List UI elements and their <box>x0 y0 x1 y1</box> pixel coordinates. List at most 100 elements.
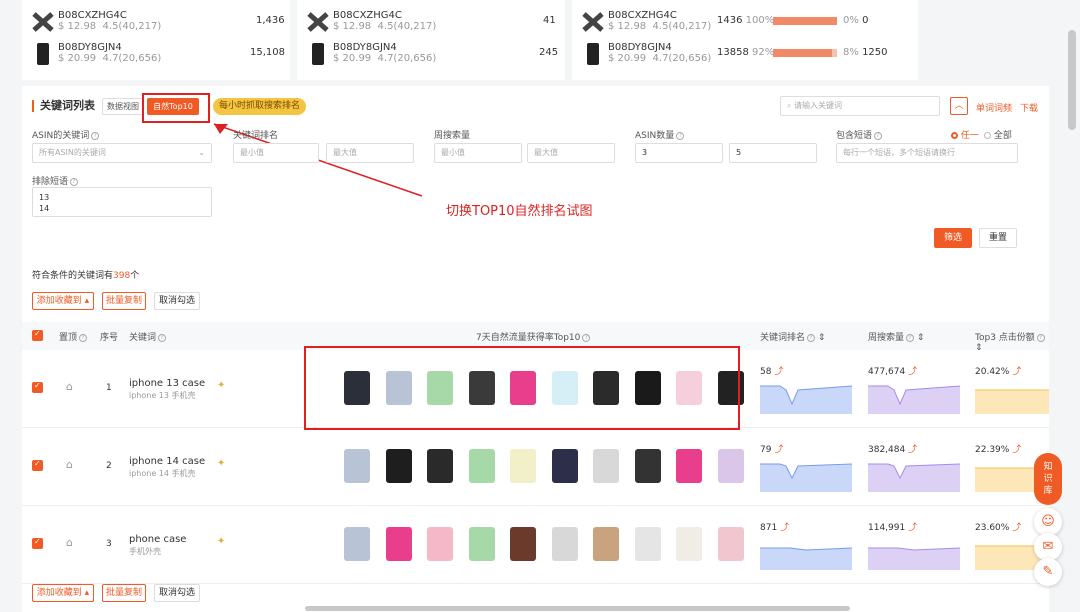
product-price: $ 12.98 4.5(40,217) <box>608 21 712 32</box>
annotation-highlight-top10 <box>304 346 740 430</box>
keyword-text[interactable]: iphone 13 case <box>129 378 205 389</box>
top3-value: 23.60% ⤴ <box>975 523 1022 533</box>
trend-icon[interactable]: ⤴ <box>1012 523 1021 533</box>
collapse-toggle-button[interactable]: ︿ <box>950 97 968 115</box>
sort-icon[interactable]: ⇕ <box>914 333 925 343</box>
weekly-max-input[interactable]: 最大值 <box>527 143 615 163</box>
asin-keywords-label: ASIN的关键词? <box>32 128 100 141</box>
keyword-text[interactable]: phone case <box>129 534 186 545</box>
product-image-1[interactable] <box>344 527 370 561</box>
asin-keywords-select[interactable]: 所有ASIN的关键词 ⌄ <box>32 143 212 163</box>
product-image-2[interactable] <box>385 527 412 561</box>
trend-icon[interactable]: ⤴ <box>1012 445 1021 455</box>
product-row: B08CXZHG4C $ 12.98 4.5(40,217) 41 <box>307 10 575 38</box>
row-checkbox[interactable] <box>32 381 43 393</box>
asin-count-min-input[interactable]: 3 <box>635 143 723 163</box>
trend-icon[interactable]: ⤴ <box>774 445 783 455</box>
trend-icon[interactable]: ⤴ <box>780 523 789 533</box>
row-checkbox[interactable] <box>32 537 43 549</box>
customer-service-icon[interactable]: ☺ <box>1034 508 1062 536</box>
product-image-2[interactable] <box>385 449 412 483</box>
product-thumbnail <box>32 42 54 66</box>
help-icon: ? <box>874 131 883 140</box>
product-image-9[interactable] <box>676 449 702 483</box>
batch-copy-button[interactable]: 批量复制 <box>102 292 146 310</box>
row-index: 2 <box>106 461 112 471</box>
product-value: 1,436 <box>256 15 285 26</box>
word-frequency-link[interactable]: 单词词频 <box>976 101 1012 114</box>
row-checkbox[interactable] <box>32 459 43 471</box>
knowledge-base-button[interactable]: 知识库 <box>1034 453 1062 505</box>
search-icon: ⌕ <box>787 101 792 110</box>
tab-data-view[interactable]: 数据视图 <box>102 98 144 115</box>
product-price: $ 20.99 4.7(20,656) <box>608 53 712 64</box>
keyword-text[interactable]: iphone 14 case <box>129 456 205 467</box>
trend-icon[interactable]: ⤴ <box>1012 367 1021 377</box>
include-mode-all[interactable]: 全部 <box>984 128 1012 141</box>
select-all-checkbox[interactable] <box>32 329 43 341</box>
product-image-10[interactable] <box>717 449 744 483</box>
product-image-6[interactable] <box>551 449 578 483</box>
help-icon: ? <box>79 333 88 342</box>
include-phrase-input[interactable]: 每行一个短语，多个短语请换行 <box>836 143 1018 163</box>
col-weekly[interactable]: 周搜索量? ⇕ <box>868 330 924 343</box>
product-image-5[interactable] <box>510 527 536 561</box>
product-row: B08CXZHG4C $ 12.98 4.5(40,217) 1436 100%… <box>582 10 928 38</box>
product-image-9[interactable] <box>676 527 702 561</box>
weekly-min-input[interactable]: 最小值 <box>434 143 522 163</box>
product-image-3[interactable] <box>427 527 453 561</box>
product-image-3[interactable] <box>427 449 453 483</box>
keyword-badge-icon: ✦ <box>217 380 226 391</box>
product-image-6[interactable] <box>551 527 578 561</box>
rank-max-input[interactable]: 最大值 <box>326 143 414 163</box>
keyword-badge-icon: ✦ <box>217 536 226 547</box>
tag-icon[interactable]: ⌂ <box>66 458 73 471</box>
product-card-1: B08CXZHG4C $ 12.98 4.5(40,217) 1,436 B08… <box>22 0 290 80</box>
rank-value: 58 ⤴ <box>760 367 784 377</box>
feedback-icon[interactable]: ✎ <box>1034 558 1062 586</box>
product-image-7[interactable] <box>593 449 619 483</box>
product-thumbnail <box>307 42 329 66</box>
cancel-selection-button-bottom[interactable]: 取消勾选 <box>154 584 200 602</box>
tag-icon[interactable]: ⌂ <box>66 380 73 393</box>
keyword-search-input[interactable]: ⌕ 请输入关键词 <box>780 96 940 116</box>
product-image-4[interactable] <box>468 527 495 561</box>
keyword-rank-label: 关键词排名 <box>233 131 279 141</box>
sort-icon[interactable]: ⇕ <box>815 333 826 343</box>
download-link[interactable]: 下载 <box>1020 101 1038 114</box>
product-image-1[interactable] <box>344 449 370 483</box>
product-image-10[interactable] <box>717 527 744 561</box>
trend-icon[interactable]: ⤴ <box>908 367 917 377</box>
add-favorite-button-bottom[interactable]: 添加收藏到 ▴ <box>32 584 94 602</box>
filter-button[interactable]: 筛选 <box>934 228 972 248</box>
radio-selected-icon[interactable] <box>951 132 958 139</box>
product-image-8[interactable] <box>634 527 661 561</box>
trend-icon[interactable]: ⤴ <box>908 445 917 455</box>
rank-min-input[interactable]: 最小值 <box>233 143 319 163</box>
product-row: B08DY8GJN4 $ 20.99 4.7(20,656) 13858 92%… <box>582 42 928 70</box>
chevron-up-icon: ︿ <box>954 101 964 111</box>
product-image-4[interactable] <box>468 449 495 483</box>
keyword-translation: iphone 13 手机壳 <box>129 391 196 400</box>
product-image-7[interactable] <box>593 527 619 561</box>
reset-button[interactable]: 重置 <box>979 228 1017 248</box>
add-favorite-button[interactable]: 添加收藏到 ▴ <box>32 292 94 310</box>
asin-count-max-input[interactable]: 5 <box>729 143 817 163</box>
row-index: 3 <box>106 539 112 549</box>
product-image-5[interactable] <box>510 449 536 483</box>
cancel-selection-button[interactable]: 取消勾选 <box>154 292 200 310</box>
vertical-scrollbar[interactable] <box>1068 30 1076 130</box>
product-image-8[interactable] <box>634 449 661 483</box>
exclude-phrase-textarea[interactable]: 13 14 <box>32 187 212 217</box>
include-mode-any[interactable]: 任一 <box>951 128 979 141</box>
tag-icon[interactable]: ⌂ <box>66 536 73 549</box>
trend-icon[interactable]: ⤴ <box>774 367 783 377</box>
trend-icon[interactable]: ⤴ <box>908 523 917 533</box>
horizontal-scrollbar[interactable] <box>305 606 850 611</box>
batch-copy-button-bottom[interactable]: 批量复制 <box>102 584 146 602</box>
chat-icon[interactable]: ✉ <box>1034 533 1062 561</box>
keyword-translation: 手机外壳 <box>129 547 161 556</box>
col-rank[interactable]: 关键词排名? ⇕ <box>760 330 825 343</box>
radio-icon[interactable] <box>984 132 991 139</box>
help-icon: ? <box>676 131 685 140</box>
